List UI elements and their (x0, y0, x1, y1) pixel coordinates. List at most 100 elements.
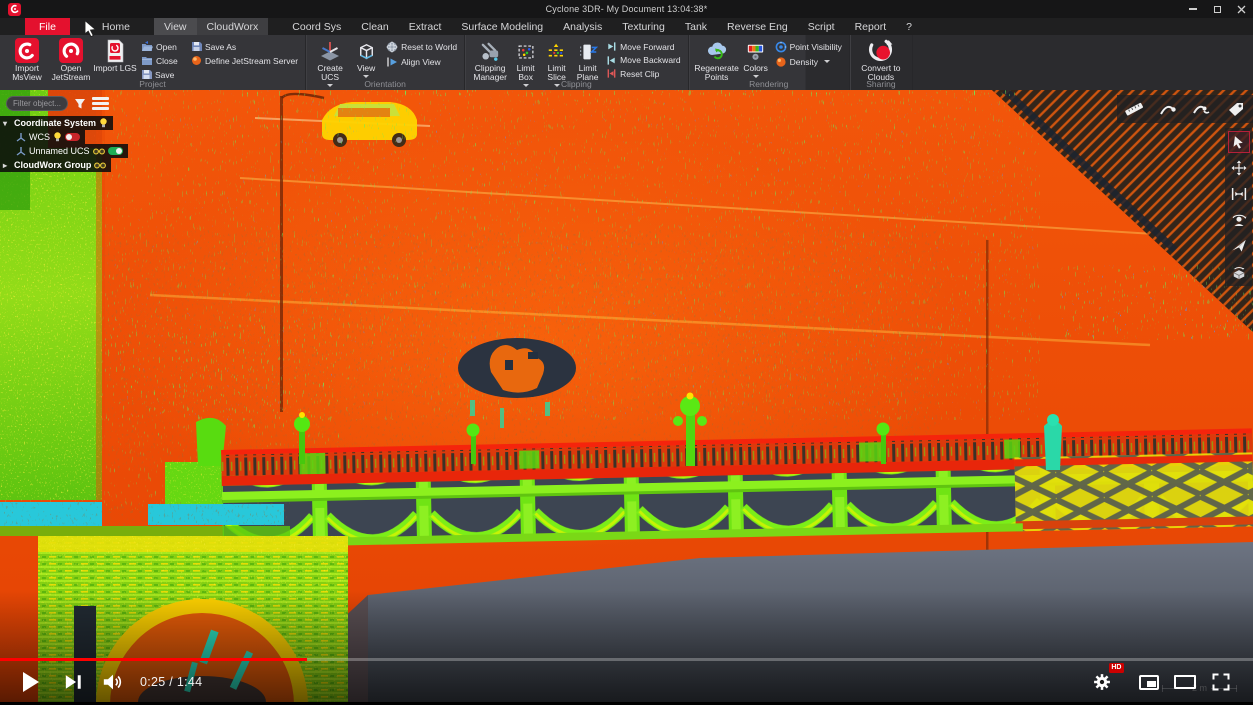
glasses-icon[interactable] (93, 148, 105, 155)
tab-extract[interactable]: Extract (399, 18, 452, 35)
tab-tank[interactable]: Tank (675, 18, 717, 35)
theater-mode-button[interactable] (1167, 667, 1203, 697)
ruler-icon (1124, 99, 1144, 119)
minimize-button[interactable] (1181, 0, 1205, 18)
regenerate-points-button[interactable]: Regenerate Points (694, 37, 740, 82)
open-button[interactable]: Open (141, 41, 185, 52)
restore-button[interactable] (1205, 0, 1229, 18)
align-view-icon (386, 56, 398, 68)
tab-file[interactable]: File (25, 18, 70, 35)
tab-clean[interactable]: Clean (351, 18, 398, 35)
move-forward-button[interactable]: Move Forward (606, 41, 680, 52)
axis-icon (16, 146, 26, 156)
hd-badge: HD (1109, 663, 1124, 673)
tree-item-coordinate-system[interactable]: ▾ Coordinate System (0, 116, 113, 130)
object-tree: ▾ Coordinate System WCS Unnamed UCS ▸ (0, 116, 128, 172)
ribbon-group-clipping: Clipping Manager Limit Box Limit Slice (465, 35, 688, 90)
point-visibility-button[interactable]: Point Visibility (775, 41, 842, 53)
tree-item-cloudworx-group[interactable]: ▸ CloudWorx Group (0, 158, 111, 172)
limit-box-icon (515, 38, 537, 63)
group-label-sharing: Sharing (850, 79, 912, 89)
reset-to-world-button[interactable]: Reset to World (386, 41, 457, 53)
import-msview-button[interactable]: Import MsView (5, 37, 49, 82)
tab-help[interactable]: ? (896, 18, 922, 35)
panel-menu-icon[interactable] (92, 97, 109, 110)
tab-script[interactable]: Script (798, 18, 845, 35)
3d-viewport[interactable]: ▾ Coordinate System WCS Unnamed UCS ▸ (0, 90, 1253, 705)
measure-toolbar (1117, 95, 1253, 123)
tab-view[interactable]: View (154, 18, 197, 35)
tab-coord-sys[interactable]: Coord Sys (282, 18, 351, 35)
title-bar: Cyclone 3DR- My Document 13:04:38* (0, 0, 1253, 18)
reset-clip-button[interactable]: Reset Clip (606, 68, 680, 79)
view-cube-button[interactable] (1228, 261, 1250, 283)
ucs-toggle[interactable] (108, 147, 123, 155)
import-lgs-button[interactable]: Import LGS (93, 37, 137, 73)
bulb-icon[interactable] (99, 118, 108, 128)
close-button[interactable] (1229, 0, 1253, 18)
fullscreen-button[interactable] (1203, 667, 1239, 697)
tree-item-unnamed-ucs[interactable]: Unnamed UCS (0, 144, 128, 158)
tab-report[interactable]: Report (845, 18, 897, 35)
filter-input[interactable] (6, 96, 68, 111)
ribbon-group-project: Import MsView Open JetStream Import LGS … (0, 35, 306, 90)
move-backward-icon (606, 55, 617, 66)
fly-tool-button[interactable] (1228, 235, 1250, 257)
tab-texturing[interactable]: Texturing (612, 18, 675, 35)
volume-icon (102, 672, 124, 692)
expand-caret-icon[interactable]: ▸ (3, 161, 11, 170)
colors-button[interactable]: Colors (740, 37, 772, 78)
density-button[interactable]: Density (775, 56, 842, 68)
clipping-manager-button[interactable]: Clipping Manager (470, 37, 510, 82)
volume-button[interactable] (96, 665, 130, 699)
tab-analysis[interactable]: Analysis (553, 18, 612, 35)
next-icon (65, 674, 82, 690)
ribbon-group-orientation: Create UCS View Reset to World Align Vie… (306, 35, 465, 90)
measure-ruler-button[interactable] (1123, 98, 1145, 120)
open-jetstream-button[interactable]: Open JetStream (49, 37, 93, 82)
tab-reverse-eng[interactable]: Reverse Eng (717, 18, 798, 35)
pan-tool-button[interactable] (1228, 157, 1250, 179)
view-cube-icon (355, 38, 378, 63)
view-button[interactable]: View (349, 37, 383, 78)
filter-funnel-icon[interactable] (74, 98, 86, 110)
ribbon-group-rendering: Regenerate Points Colors Point Visibilit… (689, 35, 850, 90)
limit-plane-button[interactable]: Limit Plane (572, 37, 603, 82)
wcs-toggle[interactable] (65, 133, 80, 141)
miniplayer-button[interactable] (1131, 667, 1167, 697)
expand-caret-icon[interactable]: ▾ (3, 119, 11, 128)
next-button[interactable] (56, 665, 90, 699)
play-button[interactable] (14, 665, 48, 699)
iso-box-icon (1230, 263, 1248, 281)
align-view-button[interactable]: Align View (386, 56, 457, 68)
close-project-button[interactable]: Close (141, 55, 185, 66)
measure-point-button[interactable] (1157, 98, 1179, 120)
limit-slice-icon (546, 38, 568, 63)
close-icon (1237, 5, 1246, 14)
convert-to-clouds-button[interactable]: Convert to Clouds (855, 37, 907, 82)
label-tag-button[interactable] (1225, 98, 1247, 120)
regenerate-points-icon (705, 38, 729, 63)
glasses-icon[interactable] (94, 162, 106, 169)
settings-button[interactable]: HD (1087, 667, 1117, 697)
lgs-file-icon (105, 38, 125, 63)
group-label-clipping: Clipping (465, 79, 687, 89)
orbit-tool-button[interactable] (1228, 209, 1250, 231)
video-progress-bar[interactable] (0, 658, 1253, 661)
move-backward-button[interactable]: Move Backward (606, 55, 680, 66)
tab-home[interactable]: Home (92, 18, 140, 35)
density-icon (775, 56, 787, 68)
orbit-person-icon (1230, 211, 1248, 229)
save-as-button[interactable]: Save As (191, 41, 298, 52)
tree-item-wcs[interactable]: WCS (0, 130, 85, 144)
fullscreen-icon (1211, 672, 1231, 692)
tab-surface-modeling[interactable]: Surface Modeling (451, 18, 553, 35)
pan-move-icon (1230, 159, 1248, 177)
fit-width-tool-button[interactable] (1228, 183, 1250, 205)
tab-cloudworx[interactable]: CloudWorx (197, 18, 269, 35)
select-tool-button[interactable] (1228, 131, 1250, 153)
define-jetstream-server-button[interactable]: Define JetStream Server (191, 55, 298, 66)
video-progress-fill (0, 658, 307, 661)
bulb-icon[interactable] (53, 132, 62, 142)
measure-path-button[interactable] (1191, 98, 1213, 120)
